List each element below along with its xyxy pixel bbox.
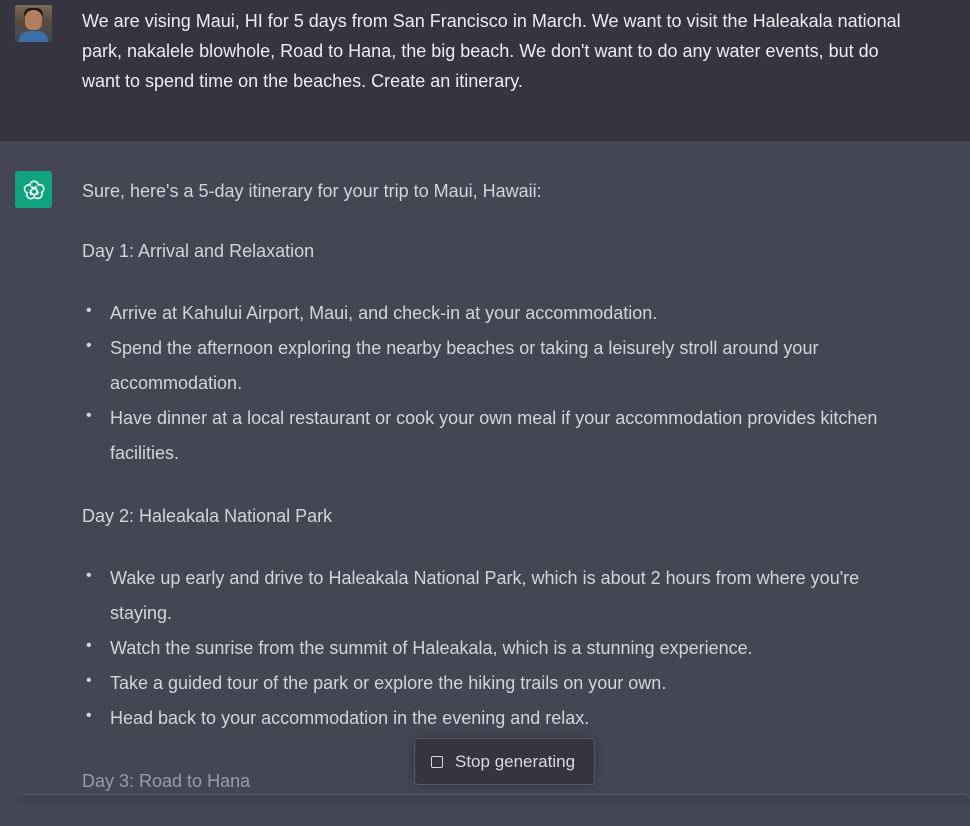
list-item: Take a guided tour of the park or explor…	[82, 663, 922, 701]
user-avatar	[15, 5, 52, 42]
stop-generating-label: Stop generating	[455, 751, 576, 771]
list-item: Spend the afternoon exploring the nearby…	[82, 328, 922, 401]
day-heading: Day 1: Arrival and Relaxation	[82, 241, 315, 261]
stop-square-icon	[431, 755, 443, 768]
assistant-message-row: Sure, here's a 5-day itinerary for your …	[0, 141, 970, 801]
list-item: Watch the sunrise from the summit of Hal…	[82, 628, 922, 666]
assistant-intro: Sure, here's a 5-day itinerary for your …	[82, 181, 542, 201]
day-1-list: Arrive at Kahului Airport, Maui, and che…	[82, 293, 922, 471]
stop-generating-button[interactable]: Stop generating	[414, 738, 595, 785]
user-message-row: We are vising Maui, HI for 5 days from S…	[0, 0, 970, 141]
assistant-message-content: Sure, here's a 5-day itinerary for your …	[82, 176, 922, 826]
openai-logo-icon	[15, 171, 52, 208]
list-item: Head back to your accommodation in the e…	[82, 698, 922, 736]
user-message-text: We are vising Maui, HI for 5 days from S…	[82, 11, 901, 91]
openai-logo-svg	[23, 179, 45, 199]
list-item: Arrive at Kahului Airport, Maui, and che…	[82, 293, 922, 331]
list-item: Have dinner at a local restaurant or coo…	[82, 398, 922, 471]
message-input-edge[interactable]	[18, 794, 970, 804]
list-item: Wake up early and drive to Haleakala Nat…	[82, 558, 922, 631]
avatar-shirt	[19, 31, 48, 42]
day-heading: Day 2: Haleakala National Park	[82, 506, 333, 526]
avatar-face	[25, 10, 42, 30]
day-2-list: Wake up early and drive to Haleakala Nat…	[82, 558, 922, 736]
